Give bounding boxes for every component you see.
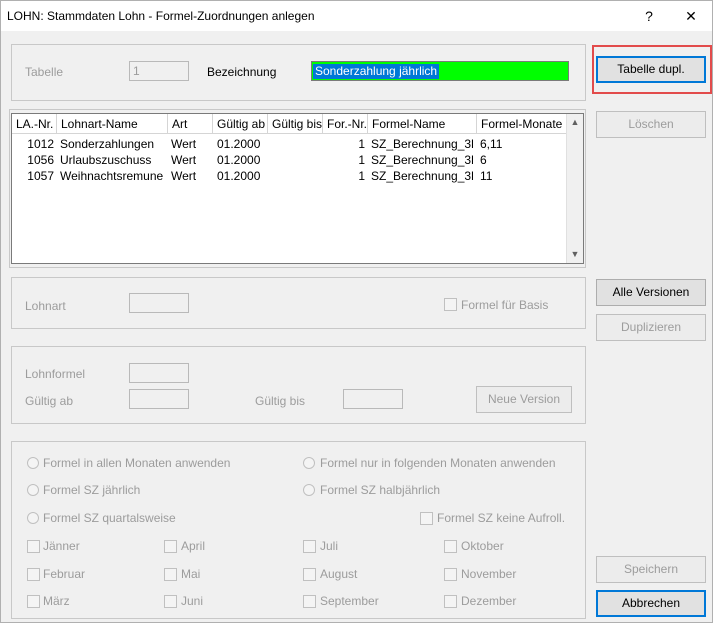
cell-gueltig-ab: 01.2000	[217, 137, 261, 151]
cell-gueltig-ab: 01.2000	[217, 153, 261, 167]
title-bar: LOHN: Stammdaten Lohn - Formel-Zuordnung…	[1, 1, 712, 31]
lohnart-label: Lohnart	[25, 299, 66, 313]
cell-la-nr: 1056	[27, 153, 54, 167]
cell-gueltig-bis	[268, 137, 323, 153]
tabelle-label: Tabelle	[25, 65, 64, 79]
cell-lohnart-name: Sonderzahlungen	[60, 137, 155, 151]
month-label-september: September	[320, 594, 379, 608]
month-label-oktober: Oktober	[461, 539, 504, 553]
radio-sz-quartalsweise-label: Formel SZ quartalsweise	[43, 511, 176, 525]
month-checkbox-dezember[interactable]	[444, 595, 457, 608]
month-label-jaenner: Jänner	[43, 539, 80, 553]
col-header-art[interactable]: Art	[168, 114, 213, 134]
radio-sz-jaehrlich-label: Formel SZ jährlich	[43, 483, 141, 497]
gueltig-ab-label: Gültig ab	[25, 394, 74, 408]
cell-la-nr: 1057	[27, 169, 54, 183]
cell-art: Wert	[171, 137, 197, 151]
radio-sz-halbjaehrlich[interactable]	[303, 484, 315, 496]
month-checkbox-maerz[interactable]	[27, 595, 40, 608]
scroll-up-icon[interactable]: ▲	[567, 114, 583, 131]
month-label-juni: Juni	[181, 594, 204, 608]
formel-basis-label: Formel für Basis	[461, 298, 549, 312]
month-checkbox-jaenner[interactable]	[27, 540, 40, 553]
cell-art: Wert	[171, 153, 197, 167]
bezeichnung-selected-text: Sonderzahlung jährlich	[313, 64, 440, 79]
month-label-dezember: Dezember	[461, 594, 517, 608]
radio-all-months[interactable]	[27, 457, 39, 469]
duplizieren-button[interactable]: Duplizieren	[596, 314, 706, 341]
window-title: LOHN: Stammdaten Lohn - Formel-Zuordnung…	[7, 9, 315, 23]
radio-sz-jaehrlich[interactable]	[27, 484, 39, 496]
gueltig-bis-field	[343, 389, 403, 409]
help-icon[interactable]: ?	[629, 1, 669, 31]
radio-sz-halbjaehrlich-label: Formel SZ halbjährlich	[320, 483, 441, 497]
radio-all-months-label: Formel in allen Monaten anwenden	[43, 456, 231, 470]
gueltig-ab-field	[129, 389, 189, 409]
cell-lohnart-name: Urlaubszuschuss	[60, 153, 152, 167]
col-header-for-nr[interactable]: For.-Nr.	[323, 114, 368, 134]
cell-gueltig-bis	[268, 153, 323, 169]
month-label-august: August	[320, 567, 358, 581]
month-label-november: November	[461, 567, 517, 581]
alle-versionen-button[interactable]: Alle Versionen	[596, 279, 706, 306]
radio-following-months[interactable]	[303, 457, 315, 469]
bezeichnung-input[interactable]: Sonderzahlung jährlich	[311, 61, 569, 81]
cell-art: Wert	[171, 169, 197, 183]
close-icon[interactable]: ✕	[671, 1, 711, 31]
month-checkbox-mai[interactable]	[164, 568, 177, 581]
gueltig-bis-label: Gültig bis	[255, 394, 306, 408]
month-label-februar: Februar	[43, 567, 86, 581]
bezeichnung-label: Bezeichnung	[207, 65, 277, 79]
keine-aufroll-label: Formel SZ keine Aufroll.	[437, 511, 566, 525]
month-checkbox-september[interactable]	[303, 595, 316, 608]
loeschen-button[interactable]: Löschen	[596, 111, 706, 138]
cell-la-nr: 1012	[27, 137, 54, 151]
cell-formel-monate: 6	[480, 153, 487, 167]
col-header-formel-name[interactable]: Formel-Name	[368, 114, 477, 134]
col-header-lohnart-name[interactable]: Lohnart-Name	[57, 114, 168, 134]
cell-formel-monate: 6,11	[480, 137, 503, 151]
col-header-la-nr[interactable]: LA.-Nr.	[12, 114, 57, 134]
month-checkbox-april[interactable]	[164, 540, 177, 553]
speichern-button[interactable]: Speichern	[596, 556, 706, 583]
col-header-gueltig-ab[interactable]: Gültig ab	[213, 114, 268, 134]
dialog-window: LOHN: Stammdaten Lohn - Formel-Zuordnung…	[0, 0, 713, 623]
lohnformel-label: Lohnformel	[25, 367, 86, 381]
cell-formel-name: SZ_Berechnung_3l	[371, 153, 474, 167]
abbrechen-button[interactable]: Abbrechen	[596, 590, 706, 617]
lohnart-field	[129, 293, 189, 313]
neue-version-button[interactable]: Neue Version	[476, 386, 572, 413]
month-label-maerz: März	[43, 594, 70, 608]
table-scrollbar[interactable]: ▲ ▼	[566, 114, 583, 263]
scroll-down-icon[interactable]: ▼	[567, 246, 583, 263]
col-header-gueltig-bis[interactable]: Gültig bis	[268, 114, 323, 134]
tabelle-dupl-button[interactable]: Tabelle dupl.	[596, 56, 706, 83]
month-label-mai: Mai	[181, 567, 201, 581]
keine-aufroll-checkbox[interactable]	[420, 512, 433, 525]
assignments-table[interactable]: LA.-Nr. Lohnart-Name Art Gültig ab Gülti…	[11, 113, 584, 264]
tabelle-field: 1	[129, 61, 189, 81]
cell-formel-name: SZ_Berechnung_3l	[371, 169, 474, 183]
month-checkbox-august[interactable]	[303, 568, 316, 581]
cell-formel-name: SZ_Berechnung_3l	[371, 137, 474, 151]
cell-lohnart-name: Weihnachtsremune	[60, 169, 164, 183]
formel-basis-checkbox[interactable]	[444, 298, 457, 311]
month-label-juli: Juli	[320, 539, 339, 553]
col-header-formel-monate[interactable]: Formel-Monate	[477, 114, 567, 134]
cell-gueltig-bis	[268, 169, 323, 185]
month-label-april: April	[181, 539, 206, 553]
radio-sz-quartalsweise[interactable]	[27, 512, 39, 524]
cell-gueltig-ab: 01.2000	[217, 169, 261, 183]
cell-for-nr: 1	[358, 169, 365, 183]
month-checkbox-november[interactable]	[444, 568, 457, 581]
cell-for-nr: 1	[358, 153, 365, 167]
cell-formel-monate: 11	[480, 169, 493, 183]
month-checkbox-oktober[interactable]	[444, 540, 457, 553]
cell-for-nr: 1	[358, 137, 365, 151]
radio-following-months-label: Formel nur in folgenden Monaten anwenden	[320, 456, 556, 470]
month-checkbox-juni[interactable]	[164, 595, 177, 608]
month-checkbox-februar[interactable]	[27, 568, 40, 581]
month-checkbox-juli[interactable]	[303, 540, 316, 553]
lohnformel-field	[129, 363, 189, 383]
